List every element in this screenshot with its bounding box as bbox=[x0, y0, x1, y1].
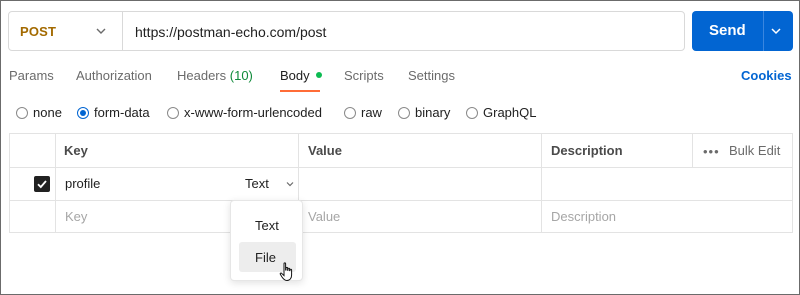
tab-settings[interactable]: Settings bbox=[408, 68, 455, 83]
send-label: Send bbox=[709, 22, 746, 39]
method-select[interactable]: POST bbox=[9, 12, 123, 50]
radio-circle bbox=[344, 107, 356, 119]
tab-authorization[interactable]: Authorization bbox=[76, 68, 152, 83]
tab-body[interactable]: Body bbox=[280, 68, 322, 83]
hand-pointer-icon bbox=[279, 262, 293, 282]
radio-label: form-data bbox=[94, 105, 150, 120]
radio-circle bbox=[466, 107, 478, 119]
column-divider bbox=[541, 134, 542, 232]
check-icon bbox=[37, 180, 47, 189]
radio-label: raw bbox=[361, 105, 382, 120]
new-value-input[interactable]: Value bbox=[308, 209, 340, 224]
more-options-icon[interactable]: ••• bbox=[703, 144, 720, 159]
tab-body-label: Body bbox=[280, 68, 310, 83]
new-description-input[interactable]: Description bbox=[551, 209, 616, 224]
send-divider bbox=[763, 11, 764, 51]
radio-label: GraphQL bbox=[483, 105, 537, 120]
row-divider bbox=[10, 200, 792, 201]
radio-circle bbox=[398, 107, 410, 119]
cookies-link[interactable]: Cookies bbox=[741, 68, 792, 83]
row-key-input[interactable]: profile bbox=[65, 176, 100, 191]
chevron-down-icon[interactable] bbox=[285, 179, 295, 189]
chevron-down-icon[interactable] bbox=[770, 25, 782, 37]
radio-circle bbox=[167, 107, 179, 119]
menu-option-label: File bbox=[255, 250, 276, 265]
radio-circle-selected bbox=[77, 107, 89, 119]
column-header-description: Description bbox=[551, 143, 623, 158]
row-enabled-checkbox[interactable] bbox=[34, 176, 50, 192]
header-divider bbox=[10, 167, 792, 168]
new-key-input[interactable]: Key bbox=[65, 209, 87, 224]
key-type-select[interactable]: Text bbox=[245, 176, 269, 191]
radio-circle bbox=[16, 107, 28, 119]
tab-headers-label: Headers bbox=[177, 68, 227, 83]
menu-option-text[interactable]: Text bbox=[239, 210, 296, 240]
tab-scripts[interactable]: Scripts bbox=[344, 68, 384, 83]
radio-label: none bbox=[33, 105, 62, 120]
tab-params[interactable]: Params bbox=[9, 68, 54, 83]
column-header-value: Value bbox=[308, 143, 342, 158]
menu-option-label: Text bbox=[255, 218, 279, 233]
column-divider bbox=[55, 134, 56, 232]
form-data-table: Key Value Description ••• Bulk Edit prof… bbox=[9, 133, 793, 233]
radio-label: x-www-form-urlencoded bbox=[184, 105, 322, 120]
tab-headers[interactable]: Headers (10) bbox=[177, 68, 253, 83]
bulk-edit-button[interactable]: Bulk Edit bbox=[729, 143, 780, 158]
body-active-dot bbox=[315, 72, 322, 78]
radio-label: binary bbox=[415, 105, 451, 120]
active-tab-underline bbox=[280, 90, 320, 92]
request-bar: POST https://postman-echo.com/post bbox=[8, 11, 685, 51]
headers-count: (10) bbox=[229, 68, 253, 83]
column-divider bbox=[692, 134, 693, 167]
column-header-key: Key bbox=[64, 143, 88, 158]
chevron-down-icon bbox=[96, 28, 106, 34]
send-button[interactable]: Send bbox=[692, 11, 793, 51]
method-label: POST bbox=[20, 24, 57, 39]
url-input[interactable]: https://postman-echo.com/post bbox=[135, 24, 326, 40]
